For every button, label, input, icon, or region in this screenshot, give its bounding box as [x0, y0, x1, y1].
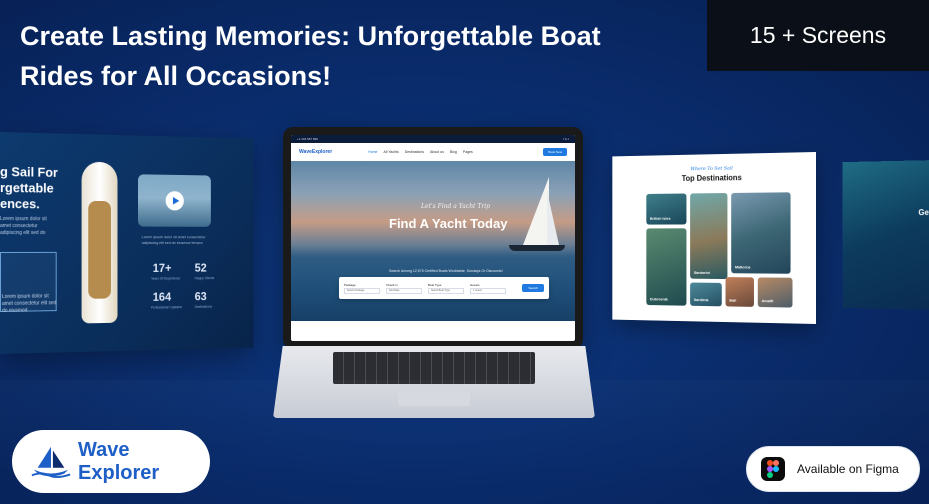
boat-hull	[509, 245, 565, 251]
search-button[interactable]: Search	[522, 284, 544, 292]
right-preview-title: Get	[918, 208, 929, 218]
video-thumbnail[interactable]	[137, 174, 211, 227]
destination-tile[interactable]: Sardinia	[690, 282, 722, 307]
stat-label: Years Of Experience	[150, 276, 181, 281]
left-preview-text-2: Lorem ipsum dolor sit amet consectetur e…	[1, 293, 57, 314]
search-field-guests[interactable]: Guests 1 Guest	[470, 283, 506, 294]
yacht-illustration	[81, 161, 118, 324]
hero-subtitle: Search Among 12,575 Certified Boats Worl…	[389, 269, 503, 273]
headline: Create Lasting Memories: Unforgettable B…	[20, 21, 601, 91]
guests-select[interactable]: 1 Guest	[470, 287, 506, 294]
sail-shape	[523, 177, 549, 245]
stat-value: 52	[194, 261, 207, 275]
nav-item-all-yachts[interactable]: All Yachts	[384, 150, 399, 154]
nav-item-blog[interactable]: Blog	[450, 150, 457, 154]
site-topbar: +1 234 567 890 f in t	[291, 135, 575, 143]
search-field-package[interactable]: Package Select Package	[344, 283, 380, 294]
search-bar: Package Select Package Check in Add Date…	[339, 277, 549, 299]
website-preview: +1 234 567 890 f in t WaveExplorer Home A…	[291, 135, 575, 341]
destination-tile[interactable]: Dubrovnik	[646, 228, 687, 306]
search-field-checkin[interactable]: Check in Add Date	[386, 283, 422, 294]
destination-tile[interactable]: Bali	[725, 277, 754, 307]
right-screen-preview: Get	[842, 160, 929, 310]
available-on-figma-button[interactable]: Available on Figma	[746, 446, 920, 492]
figma-label: Available on Figma	[797, 462, 899, 476]
screens-count-badge: 15 + Screens	[707, 0, 929, 71]
stat-value: 17+	[152, 261, 172, 275]
stat-label: Happy Clients	[194, 276, 215, 281]
destination-tile[interactable]: Mallorca	[731, 192, 791, 274]
book-now-button[interactable]: Book Now	[543, 148, 567, 156]
left-preview-title: g Sail For rgettable ences.	[0, 164, 58, 212]
destinations-screen-preview: Where To Set Sail Top Destinations Briti…	[612, 152, 816, 324]
nav-item-pages[interactable]: Pages	[463, 150, 473, 154]
destination-tile[interactable]: Santorini	[690, 193, 728, 280]
stat-value: 63	[194, 289, 207, 304]
sail-shape	[547, 191, 559, 245]
field-label: Package	[344, 282, 356, 287]
nav-item-about[interactable]: About us	[430, 150, 444, 154]
stat-label: Professional Captains	[150, 305, 183, 310]
nav-item-home[interactable]: Home	[368, 150, 377, 154]
stat-label: Destinations	[194, 304, 212, 309]
site-nav: WaveExplorer Home All Yachts Destination…	[291, 143, 575, 161]
nav-item-destinations[interactable]: Destinations	[405, 150, 424, 154]
field-label: Check in	[386, 282, 398, 287]
brand-name: Wave Explorer	[78, 438, 160, 484]
destination-tile[interactable]: Amalfi	[757, 277, 793, 308]
boat-type-select[interactable]: Select Boat Type	[428, 287, 464, 294]
play-icon[interactable]	[165, 191, 184, 211]
laptop-screen: +1 234 567 890 f in t WaveExplorer Home A…	[283, 127, 583, 349]
field-label: Guests	[470, 282, 480, 287]
left-preview-paragraph: Lorem ipsum dolor sit amet consectetur a…	[141, 234, 206, 245]
field-label: Boat Type	[428, 282, 442, 287]
search-field-boat-type[interactable]: Boat Type Select Boat Type	[428, 283, 464, 294]
hero-script-text: Let's Find a Yacht Trip	[421, 203, 491, 210]
destination-tile[interactable]: British Isles	[646, 193, 687, 225]
stat-value: 164	[152, 290, 172, 304]
checkin-select[interactable]: Add Date	[386, 287, 422, 294]
site-logo[interactable]: WaveExplorer	[299, 149, 332, 155]
sailboat-logo-icon	[31, 446, 71, 478]
left-screen-preview: g Sail For rgettable ences. Lorem ipsum …	[0, 132, 254, 354]
package-select[interactable]: Select Package	[344, 287, 380, 294]
hero-title: Find A Yacht Today	[389, 216, 508, 231]
figma-icon	[761, 457, 785, 481]
destinations-title: Top Destinations	[681, 173, 742, 183]
left-preview-text: Lorem ipsum dolor sit amet consectetur a…	[0, 216, 47, 237]
brand-logo-pill[interactable]: Wave Explorer	[12, 430, 210, 493]
